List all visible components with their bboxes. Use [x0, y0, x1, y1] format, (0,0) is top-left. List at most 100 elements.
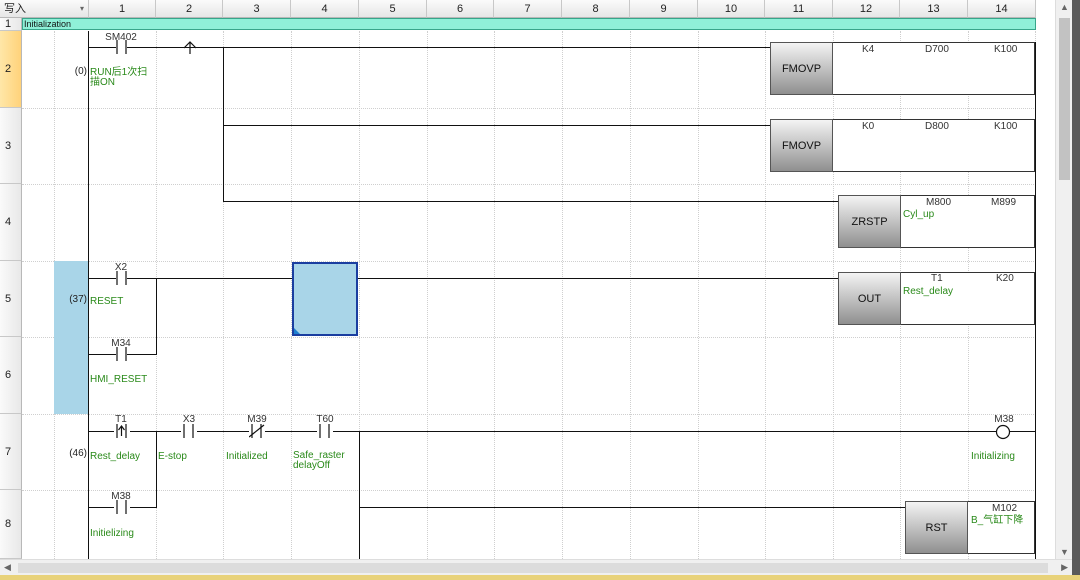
grid-line [698, 31, 699, 559]
column-header-8: 8 [562, 0, 630, 18]
zrstp-instruction[interactable]: ZRSTP [838, 195, 901, 248]
wire [89, 278, 116, 279]
cell-cursor[interactable] [292, 262, 358, 336]
column-header-9: 9 [630, 0, 698, 18]
left-power-rail [88, 31, 89, 559]
column-header-6: 6 [427, 0, 494, 18]
operand: K20 [996, 273, 1014, 284]
scroll-left-icon[interactable]: ◀ [4, 562, 11, 573]
fmovp-instruction[interactable]: FMOVP [770, 119, 833, 172]
grid-line [22, 337, 1036, 338]
step-number: (37) [69, 294, 87, 305]
mode-selector[interactable]: 写入 ▾ [0, 0, 89, 18]
scroll-up-icon[interactable]: ▲ [1056, 2, 1073, 12]
wire [127, 354, 157, 355]
column-header-4: 4 [291, 0, 359, 18]
horizontal-scrollbar[interactable]: ◀ ▶ [0, 559, 1072, 576]
operand: T1 [931, 273, 943, 284]
scroll-down-icon[interactable]: ▼ [1056, 547, 1073, 557]
grid-line [427, 31, 428, 559]
grid-line [22, 490, 1036, 491]
rising-edge-icon[interactable] [182, 40, 198, 54]
operand-comment: Rest_delay [903, 286, 954, 297]
step-selection-highlight [54, 261, 89, 414]
wire [359, 507, 905, 508]
scroll-thumb-horizontal[interactable] [18, 563, 1048, 573]
row-header-4[interactable]: 4 [0, 184, 22, 261]
rst-instruction[interactable]: RST [905, 501, 968, 554]
normally-open-contact-icon[interactable] [181, 424, 197, 438]
normally-closed-contact-icon[interactable] [249, 424, 265, 438]
row-header-5[interactable]: 5 [0, 261, 22, 337]
contact-comment: Rest_delay [90, 451, 141, 462]
wire [156, 431, 157, 508]
row-header-2[interactable]: 2 [0, 31, 22, 108]
column-header-2: 2 [156, 0, 223, 18]
contact-comment: RESET [90, 296, 124, 307]
vertical-scrollbar[interactable]: ▲ ▼ [1055, 0, 1073, 559]
rising-edge-contact-icon[interactable] [114, 424, 130, 438]
right-power-rail [1035, 42, 1036, 559]
column-header-7: 7 [494, 0, 562, 18]
grid-line [562, 31, 563, 559]
normally-open-contact-icon[interactable] [114, 500, 130, 514]
fmovp-instruction[interactable]: FMOVP [770, 42, 833, 95]
wire [156, 278, 157, 354]
wire [223, 47, 224, 201]
wire [223, 125, 770, 126]
statement-comment-bar[interactable]: Initialization [22, 18, 1036, 30]
row-header-7[interactable]: 7 [0, 414, 22, 490]
operand-comment: B_气缸下降 [971, 515, 1024, 526]
operand: K100 [994, 44, 1018, 55]
contact-comment: Initialized [226, 451, 268, 462]
mode-label: 写入 [4, 3, 26, 15]
wire [127, 278, 838, 279]
wire [223, 201, 838, 202]
row-header-3[interactable]: 3 [0, 108, 22, 184]
operand: K100 [994, 121, 1018, 132]
column-header-14: 14 [968, 0, 1036, 18]
contact-comment: Safe_raster delayOff [293, 450, 345, 471]
bottom-frame [0, 575, 1080, 580]
contact-comment: E-stop [158, 451, 187, 462]
row-header-1: 1 [0, 18, 22, 31]
grid-line [630, 31, 631, 559]
operand: D800 [925, 121, 949, 132]
wire [1010, 431, 1035, 432]
column-header-10: 10 [698, 0, 765, 18]
operand: K4 [862, 44, 875, 55]
step-number: (46) [69, 448, 87, 459]
wire [89, 354, 116, 355]
scroll-right-icon[interactable]: ▶ [1061, 562, 1068, 573]
column-header-13: 13 [900, 0, 968, 18]
operand: M899 [991, 197, 1017, 208]
grid-line [22, 108, 1036, 109]
wire [359, 431, 360, 559]
operand: M800 [926, 197, 952, 208]
coil-icon[interactable] [995, 424, 1011, 440]
grid-line [833, 31, 834, 559]
contact-comment: HMI_RESET [90, 374, 148, 385]
scroll-thumb[interactable] [1059, 18, 1070, 180]
grid-line [22, 184, 1036, 185]
grid-line [494, 31, 495, 559]
normally-open-contact-icon[interactable] [317, 424, 333, 438]
contact-comment: RUN后1次扫描ON [90, 67, 148, 88]
wire [89, 47, 116, 48]
wire [89, 431, 996, 432]
statement-comment-text: Initialization [24, 19, 72, 29]
row-header-8[interactable]: 8 [0, 490, 22, 559]
row-header-6[interactable]: 6 [0, 337, 22, 414]
out-instruction[interactable]: OUT [838, 272, 901, 325]
column-header-12: 12 [833, 0, 900, 18]
column-header-11: 11 [765, 0, 833, 18]
right-frame [1072, 0, 1080, 580]
operand: M102 [992, 503, 1018, 514]
coil-comment: Initializing [971, 451, 1015, 462]
cursor-corner-icon [294, 328, 300, 334]
column-header-1: 1 [89, 0, 156, 18]
grid-line [22, 261, 1036, 262]
chevron-down-icon: ▾ [79, 4, 84, 13]
column-header-5: 5 [359, 0, 427, 18]
column-header-3: 3 [223, 0, 291, 18]
